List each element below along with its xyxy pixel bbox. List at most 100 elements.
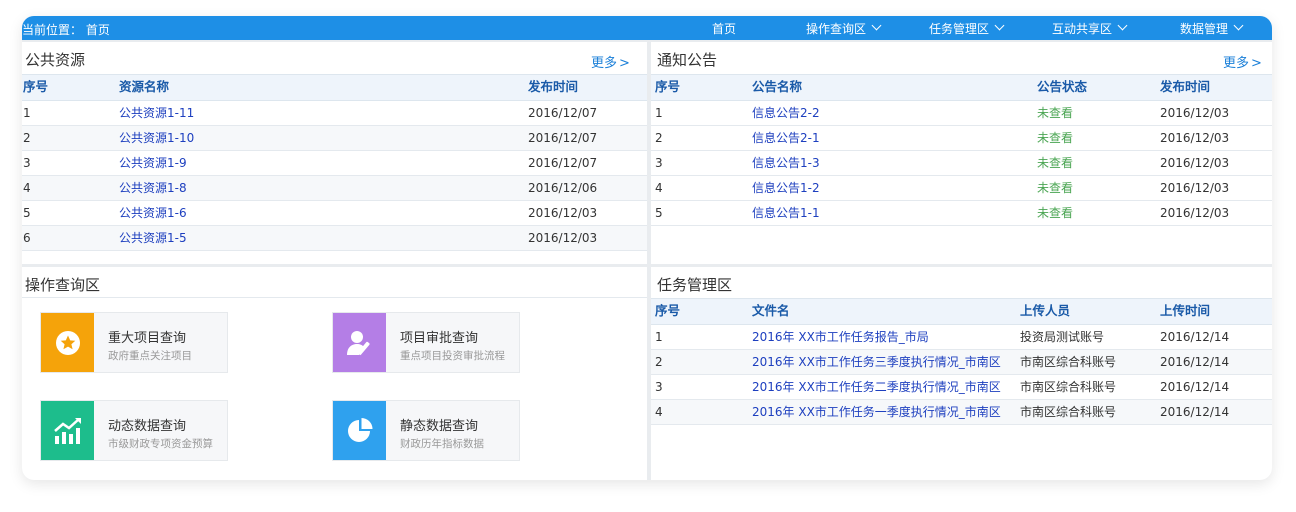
chevron-down-icon — [1233, 20, 1244, 31]
top-nav-bar: 当前位置： 首页 首页 操作查询区 任务管理区 互动共享区 数据管理 — [22, 16, 1272, 40]
publish-date: 2016/12/03 — [1160, 206, 1230, 220]
nav-item-label: 操作查询区 — [806, 22, 867, 36]
row-number: 4 — [23, 181, 31, 195]
chevron-down-icon — [1117, 20, 1128, 31]
column-header: 序号 — [655, 79, 681, 94]
table-header: 序号 文件名 上传人员 上传时间 — [651, 298, 1272, 325]
table-row: 4 信息公告1-2 未查看 2016/12/03 — [651, 176, 1272, 201]
row-number: 6 — [23, 231, 31, 245]
column-header: 序号 — [23, 79, 49, 94]
dynamic-data-query-tile[interactable]: 动态数据查询 市级财政专项资金预算 — [40, 400, 228, 461]
more-link[interactable]: 更多 > — [591, 52, 630, 71]
breadcrumb-current: 首页 — [85, 23, 110, 37]
table-row: 3 公共资源1-9 2016/12/07 — [22, 151, 647, 176]
nav-item-label: 首页 — [712, 22, 737, 36]
more-label: 更多 — [591, 56, 618, 71]
resource-link[interactable]: 公共资源1-9 — [119, 151, 187, 175]
app-frame: 当前位置： 首页 首页 操作查询区 任务管理区 互动共享区 数据管理 公共资源 … — [22, 16, 1272, 480]
publish-date: 2016/12/03 — [1160, 181, 1230, 195]
resource-link[interactable]: 公共资源1-5 — [119, 226, 187, 250]
file-link[interactable]: 2016年 XX市工作任务一季度执行情况_市南区 — [752, 400, 1001, 424]
notice-link[interactable]: 信息公告2-2 — [752, 101, 820, 125]
task-management-panel: 任务管理区 序号 文件名 上传人员 上传时间 1 2016年 XX市工作任务报告… — [651, 267, 1272, 480]
nav-item-data-management[interactable]: 数据管理 — [1180, 20, 1244, 37]
major-project-query-tile[interactable]: 重大项目查询 政府重点关注项目 — [40, 312, 228, 373]
table-row: 4 2016年 XX市工作任务一季度执行情况_市南区 市南区综合科账号 2016… — [651, 400, 1272, 425]
status-badge: 未查看 — [1037, 206, 1074, 220]
upload-date: 2016/12/14 — [1160, 380, 1230, 394]
table-row: 2 信息公告2-1 未查看 2016/12/03 — [651, 126, 1272, 151]
row-number: 1 — [655, 330, 663, 344]
tile-title: 项目审批查询 — [400, 331, 479, 346]
table-header: 序号 资源名称 发布时间 — [22, 74, 647, 101]
row-number: 3 — [23, 156, 31, 170]
column-header: 发布时间 — [1160, 79, 1211, 94]
table-row: 1 信息公告2-2 未查看 2016/12/03 — [651, 101, 1272, 126]
table-row: 2 2016年 XX市工作任务三季度执行情况_市南区 市南区综合科账号 2016… — [651, 350, 1272, 375]
panel-title: 通知公告 — [657, 51, 718, 69]
more-label: 更多 — [1223, 56, 1250, 71]
upload-date: 2016/12/14 — [1160, 330, 1230, 344]
notice-link[interactable]: 信息公告1-3 — [752, 151, 820, 175]
publish-date: 2016/12/07 — [528, 156, 598, 170]
upload-date: 2016/12/14 — [1160, 355, 1230, 369]
publish-date: 2016/12/03 — [1160, 131, 1230, 145]
notice-link[interactable]: 信息公告1-1 — [752, 201, 820, 225]
notice-link[interactable]: 信息公告1-2 — [752, 176, 820, 200]
publish-date: 2016/12/03 — [1160, 156, 1230, 170]
user-pen-icon — [333, 313, 386, 372]
chevron-down-icon — [994, 20, 1005, 31]
uploader: 市南区综合科账号 — [1020, 355, 1117, 369]
table-header: 序号 公告名称 公告状态 发布时间 — [651, 74, 1272, 101]
operations-panel: 操作查询区 重大项目查询 政府重点关注项目 项目审批查询 重点项目投资审批流程 … — [22, 267, 647, 480]
tile-subtitle: 政府重点关注项目 — [108, 350, 192, 362]
divider — [22, 297, 647, 298]
column-header: 公告名称 — [752, 79, 803, 94]
nav-item-label: 任务管理区 — [929, 22, 990, 36]
tile-title: 重大项目查询 — [108, 331, 187, 346]
row-number: 3 — [655, 156, 663, 170]
tile-subtitle: 财政历年指标数据 — [400, 438, 484, 450]
panel-title: 任务管理区 — [657, 276, 733, 294]
tile-title: 静态数据查询 — [400, 419, 479, 434]
publish-date: 2016/12/03 — [528, 206, 598, 220]
nav-item-operations[interactable]: 操作查询区 — [806, 20, 882, 37]
more-link[interactable]: 更多 > — [1223, 52, 1262, 71]
resource-link[interactable]: 公共资源1-10 — [119, 126, 194, 150]
file-link[interactable]: 2016年 XX市工作任务二季度执行情况_市南区 — [752, 375, 1001, 399]
notice-link[interactable]: 信息公告2-1 — [752, 126, 820, 150]
uploader: 市南区综合科账号 — [1020, 380, 1117, 394]
table-row: 4 公共资源1-8 2016/12/06 — [22, 176, 647, 201]
resource-link[interactable]: 公共资源1-11 — [119, 101, 194, 125]
column-header: 上传人员 — [1020, 303, 1071, 318]
table-row: 3 2016年 XX市工作任务二季度执行情况_市南区 市南区综合科账号 2016… — [651, 375, 1272, 400]
table-row: 5 公共资源1-6 2016/12/03 — [22, 201, 647, 226]
breadcrumb: 当前位置： 首页 — [22, 21, 110, 38]
row-number: 1 — [655, 106, 663, 120]
column-header: 资源名称 — [119, 79, 170, 94]
project-approval-query-tile[interactable]: 项目审批查询 重点项目投资审批流程 — [332, 312, 520, 373]
nav-item-tasks[interactable]: 任务管理区 — [929, 20, 1005, 37]
file-link[interactable]: 2016年 XX市工作任务三季度执行情况_市南区 — [752, 350, 1001, 374]
resource-link[interactable]: 公共资源1-6 — [119, 201, 187, 225]
column-header: 上传时间 — [1160, 303, 1211, 318]
resource-link[interactable]: 公共资源1-8 — [119, 176, 187, 200]
nav-item-sharing[interactable]: 互动共享区 — [1052, 20, 1128, 37]
row-number: 2 — [23, 131, 31, 145]
nav-item-home[interactable]: 首页 — [712, 20, 736, 37]
uploader: 市南区综合科账号 — [1020, 405, 1117, 419]
table-row: 6 公共资源1-5 2016/12/03 — [22, 226, 647, 251]
table-row: 1 2016年 XX市工作任务报告_市局 投资局测试账号 2016/12/14 — [651, 325, 1272, 350]
row-number: 4 — [655, 405, 663, 419]
static-data-query-tile[interactable]: 静态数据查询 财政历年指标数据 — [332, 400, 520, 461]
row-number: 1 — [23, 106, 31, 120]
publish-date: 2016/12/03 — [528, 231, 598, 245]
table-row: 3 信息公告1-3 未查看 2016/12/03 — [651, 151, 1272, 176]
publish-date: 2016/12/07 — [528, 106, 598, 120]
file-link[interactable]: 2016年 XX市工作任务报告_市局 — [752, 325, 929, 349]
table-row: 1 公共资源1-11 2016/12/07 — [22, 101, 647, 126]
column-header: 序号 — [655, 303, 681, 318]
row-number: 5 — [23, 206, 31, 220]
panel-title: 操作查询区 — [25, 276, 101, 294]
column-header: 文件名 — [752, 303, 790, 318]
